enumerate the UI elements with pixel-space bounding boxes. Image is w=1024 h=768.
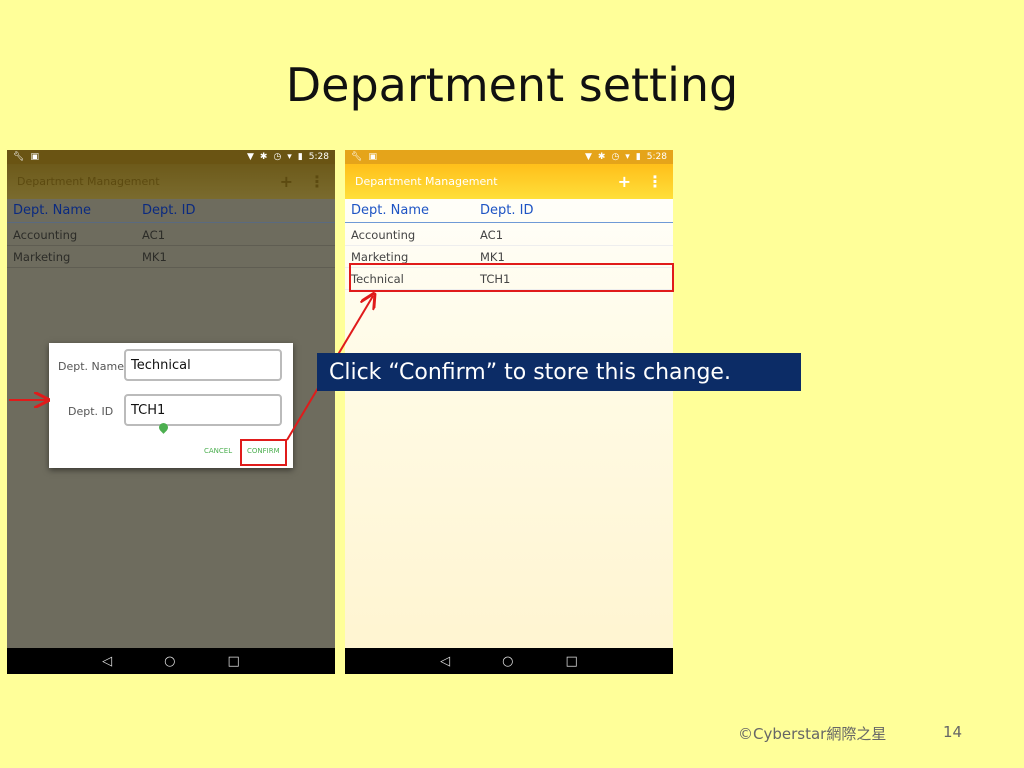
location-icon: ▼	[584, 152, 592, 162]
left-phone-screenshot: 🔧︎ ▣ ▼ ✱ ◷ ▾ ▮ 5:28 Department Managemen…	[7, 150, 335, 674]
instruction-callout: Click “Confirm” to store this change.	[317, 353, 801, 391]
wifi-icon: ▾	[625, 152, 630, 162]
wrench-icon: 🔧︎	[13, 152, 25, 162]
status-time: 5:28	[308, 152, 329, 162]
dept-id-cell: AC1	[142, 227, 166, 242]
overflow-menu-icon[interactable]: ⋮	[647, 172, 663, 191]
footer-copyright: ©Cyberstar網際之星	[738, 725, 887, 743]
nav-bar: ◁ ○ □	[345, 648, 673, 674]
status-bar: 🔧︎ ▣ ▼ ✱ ◷ ▾ ▮ 5:28	[7, 150, 335, 164]
app-bar: Department Management + ⋮	[345, 164, 673, 199]
page-number: 14	[943, 723, 963, 741]
dept-id-cell: MK1	[480, 249, 505, 264]
battery-icon: ▮	[297, 152, 303, 162]
dept-id-label: Dept. ID	[68, 405, 114, 418]
dept-name-field[interactable]: Technical	[124, 349, 282, 381]
wifi-icon: ▾	[287, 152, 292, 162]
recents-icon[interactable]: □	[566, 654, 578, 669]
dept-name-cell: Accounting	[351, 227, 416, 242]
add-icon[interactable]: +	[280, 172, 293, 191]
dept-id-cell: AC1	[480, 227, 504, 242]
slide-title: Department setting	[285, 58, 739, 112]
battery-icon: ▮	[635, 152, 641, 162]
list-item[interactable]: Accounting AC1	[7, 224, 335, 246]
screenshot-icon: ▣	[368, 152, 377, 162]
cancel-button[interactable]: CANCEL	[204, 447, 232, 455]
app-bar: Department Management + ⋮	[7, 164, 335, 199]
app-title: Department Management	[17, 175, 160, 188]
confirm-highlight-box	[240, 439, 287, 466]
column-header-dept-name: Dept. Name	[13, 203, 91, 218]
overflow-menu-icon[interactable]: ⋮	[309, 172, 325, 191]
home-icon[interactable]: ○	[164, 654, 175, 669]
status-time: 5:28	[646, 152, 667, 162]
location-icon: ▼	[246, 152, 254, 162]
status-bar: 🔧︎ ▣ ▼ ✱ ◷ ▾ ▮ 5:28	[345, 150, 673, 164]
dept-name-cell: Marketing	[351, 249, 409, 264]
column-header-dept-id: Dept. ID	[480, 203, 534, 218]
back-icon[interactable]: ◁	[440, 654, 450, 669]
dept-name-cell: Marketing	[13, 249, 71, 264]
dept-id-field[interactable]: TCH1	[124, 394, 282, 426]
dept-name-label: Dept. Name	[58, 360, 124, 373]
dept-id-cell: MK1	[142, 249, 167, 264]
column-header-dept-id: Dept. ID	[142, 203, 196, 218]
bluetooth-icon: ✱	[259, 152, 268, 162]
add-icon[interactable]: +	[618, 172, 631, 191]
dept-name-cell: Accounting	[13, 227, 78, 242]
app-title: Department Management	[355, 175, 498, 188]
list-item[interactable]: Marketing MK1	[7, 246, 335, 268]
clock-icon: ◷	[611, 152, 620, 162]
bluetooth-icon: ✱	[597, 152, 606, 162]
column-header-dept-name: Dept. Name	[351, 203, 429, 218]
right-phone-screenshot: 🔧︎ ▣ ▼ ✱ ◷ ▾ ▮ 5:28 Department Managemen…	[345, 150, 673, 674]
screenshot-icon: ▣	[30, 152, 39, 162]
list-item[interactable]: Accounting AC1	[345, 224, 673, 246]
list-header: Dept. Name Dept. ID	[345, 199, 673, 223]
wrench-icon: 🔧︎	[351, 152, 363, 162]
home-icon[interactable]: ○	[502, 654, 513, 669]
clock-icon: ◷	[273, 152, 282, 162]
nav-bar: ◁ ○ □	[7, 648, 335, 674]
recents-icon[interactable]: □	[228, 654, 240, 669]
back-icon[interactable]: ◁	[102, 654, 112, 669]
list-header: Dept. Name Dept. ID	[7, 199, 335, 223]
new-row-highlight-box	[349, 263, 674, 292]
